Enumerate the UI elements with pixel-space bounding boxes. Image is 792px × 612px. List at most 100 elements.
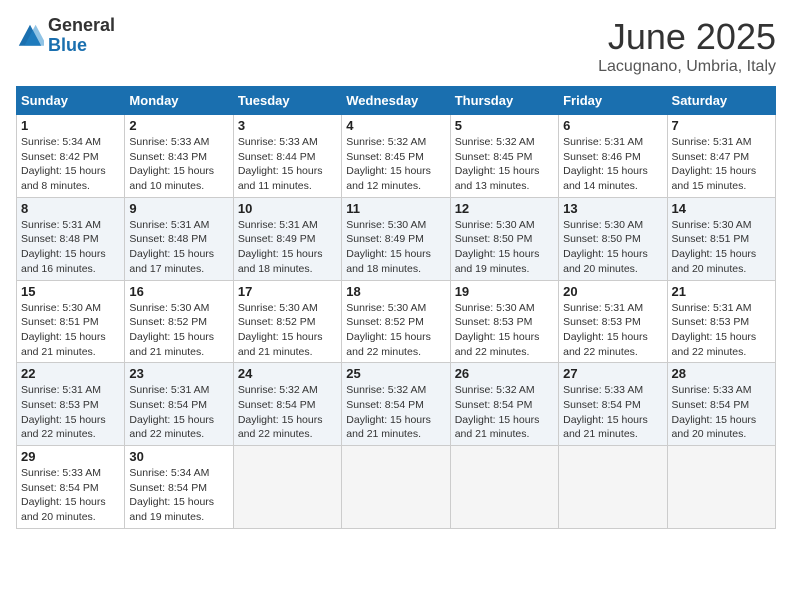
calendar-cell: 10Sunrise: 5:31 AM Sunset: 8:49 PM Dayli… xyxy=(233,197,341,280)
day-number: 24 xyxy=(238,366,337,381)
day-number: 8 xyxy=(21,201,120,216)
col-header-sunday: Sunday xyxy=(17,87,125,115)
calendar-cell: 19 Sunrise: 5:30 AM Sunset: 8:53 PM Dayli… xyxy=(450,280,558,363)
day-detail: Sunrise: 5:33 AM Sunset: 8:54 PM Dayligh… xyxy=(563,383,662,442)
day-number: 15 xyxy=(21,284,120,299)
col-header-wednesday: Wednesday xyxy=(342,87,450,115)
day-detail: Sunrise: 5:30 AM Sunset: 8:51 PM Dayligh… xyxy=(21,301,120,360)
calendar-week-2: 8 Sunrise: 5:31 AM Sunset: 8:48 PM Daylig… xyxy=(17,197,776,280)
calendar-title: June 2025 xyxy=(598,16,776,58)
day-number: 23 xyxy=(129,366,228,381)
day-detail: Sunrise: 5:32 AM Sunset: 8:45 PM Dayligh… xyxy=(455,135,554,194)
calendar-cell: 12 Sunrise: 5:30 AM Sunset: 8:50 PM Dayli… xyxy=(450,197,558,280)
day-number: 11 xyxy=(346,201,445,216)
calendar-cell: 30 Sunrise: 5:34 AM Sunset: 8:54 PM Dayli… xyxy=(125,446,233,529)
calendar-cell: 9 Sunrise: 5:31 AM Sunset: 8:48 PM Daylig… xyxy=(125,197,233,280)
day-number: 26 xyxy=(455,366,554,381)
calendar-cell: 1Sunrise: 5:34 AM Sunset: 8:42 PM Daylig… xyxy=(17,115,125,198)
calendar-cell: 8 Sunrise: 5:31 AM Sunset: 8:48 PM Daylig… xyxy=(17,197,125,280)
day-detail: Sunrise: 5:31 AM Sunset: 8:48 PM Dayligh… xyxy=(21,218,120,277)
calendar-cell: 16Sunrise: 5:30 AM Sunset: 8:52 PM Dayli… xyxy=(125,280,233,363)
day-detail: Sunrise: 5:31 AM Sunset: 8:53 PM Dayligh… xyxy=(563,301,662,360)
day-detail: Sunrise: 5:30 AM Sunset: 8:50 PM Dayligh… xyxy=(455,218,554,277)
day-detail: Sunrise: 5:31 AM Sunset: 8:54 PM Dayligh… xyxy=(129,383,228,442)
logo-blue: Blue xyxy=(48,36,115,56)
day-number: 21 xyxy=(672,284,771,299)
day-number: 7 xyxy=(672,118,771,133)
day-number: 17 xyxy=(238,284,337,299)
calendar-cell: 27 Sunrise: 5:33 AM Sunset: 8:54 PM Dayli… xyxy=(559,363,667,446)
calendar-cell: 6 Sunrise: 5:31 AM Sunset: 8:46 PM Daylig… xyxy=(559,115,667,198)
calendar-cell xyxy=(342,446,450,529)
calendar-cell: 28 Sunrise: 5:33 AM Sunset: 8:54 PM Dayli… xyxy=(667,363,775,446)
calendar-cell: 22 Sunrise: 5:31 AM Sunset: 8:53 PM Dayli… xyxy=(17,363,125,446)
day-number: 4 xyxy=(346,118,445,133)
col-header-monday: Monday xyxy=(125,87,233,115)
day-number: 19 xyxy=(455,284,554,299)
day-number: 9 xyxy=(129,201,228,216)
calendar-cell xyxy=(233,446,341,529)
calendar-cell: 21Sunrise: 5:31 AM Sunset: 8:53 PM Dayli… xyxy=(667,280,775,363)
day-detail: Sunrise: 5:30 AM Sunset: 8:50 PM Dayligh… xyxy=(563,218,662,277)
day-number: 2 xyxy=(129,118,228,133)
day-detail: Sunrise: 5:30 AM Sunset: 8:52 PM Dayligh… xyxy=(238,301,337,360)
col-header-thursday: Thursday xyxy=(450,87,558,115)
day-detail: Sunrise: 5:34 AM Sunset: 8:42 PM Dayligh… xyxy=(21,135,120,194)
calendar-cell xyxy=(559,446,667,529)
day-detail: Sunrise: 5:30 AM Sunset: 8:52 PM Dayligh… xyxy=(346,301,445,360)
day-number: 29 xyxy=(21,449,120,464)
day-detail: Sunrise: 5:32 AM Sunset: 8:54 PM Dayligh… xyxy=(346,383,445,442)
day-detail: Sunrise: 5:30 AM Sunset: 8:53 PM Dayligh… xyxy=(455,301,554,360)
col-header-tuesday: Tuesday xyxy=(233,87,341,115)
logo-text: General Blue xyxy=(48,16,115,56)
col-header-saturday: Saturday xyxy=(667,87,775,115)
day-number: 22 xyxy=(21,366,120,381)
calendar-cell: 23 Sunrise: 5:31 AM Sunset: 8:54 PM Dayli… xyxy=(125,363,233,446)
day-number: 28 xyxy=(672,366,771,381)
calendar-cell: 4Sunrise: 5:32 AM Sunset: 8:45 PM Daylig… xyxy=(342,115,450,198)
day-detail: Sunrise: 5:31 AM Sunset: 8:48 PM Dayligh… xyxy=(129,218,228,277)
day-detail: Sunrise: 5:33 AM Sunset: 8:54 PM Dayligh… xyxy=(672,383,771,442)
calendar-cell: 20 Sunrise: 5:31 AM Sunset: 8:53 PM Dayli… xyxy=(559,280,667,363)
day-number: 6 xyxy=(563,118,662,133)
calendar-subtitle: Lacugnano, Umbria, Italy xyxy=(598,58,776,76)
day-detail: Sunrise: 5:31 AM Sunset: 8:53 PM Dayligh… xyxy=(21,383,120,442)
day-detail: Sunrise: 5:31 AM Sunset: 8:46 PM Dayligh… xyxy=(563,135,662,194)
day-number: 27 xyxy=(563,366,662,381)
calendar-cell: 18 Sunrise: 5:30 AM Sunset: 8:52 PM Dayli… xyxy=(342,280,450,363)
day-detail: Sunrise: 5:34 AM Sunset: 8:54 PM Dayligh… xyxy=(129,466,228,525)
calendar-cell: 14Sunrise: 5:30 AM Sunset: 8:51 PM Dayli… xyxy=(667,197,775,280)
day-detail: Sunrise: 5:30 AM Sunset: 8:49 PM Dayligh… xyxy=(346,218,445,277)
calendar-cell: 5 Sunrise: 5:32 AM Sunset: 8:45 PM Daylig… xyxy=(450,115,558,198)
day-number: 3 xyxy=(238,118,337,133)
calendar-cell: 29Sunrise: 5:33 AM Sunset: 8:54 PM Dayli… xyxy=(17,446,125,529)
calendar-week-5: 29Sunrise: 5:33 AM Sunset: 8:54 PM Dayli… xyxy=(17,446,776,529)
calendar-week-3: 15 Sunrise: 5:30 AM Sunset: 8:51 PM Dayli… xyxy=(17,280,776,363)
day-detail: Sunrise: 5:33 AM Sunset: 8:44 PM Dayligh… xyxy=(238,135,337,194)
day-detail: Sunrise: 5:33 AM Sunset: 8:43 PM Dayligh… xyxy=(129,135,228,194)
calendar-cell: 13 Sunrise: 5:30 AM Sunset: 8:50 PM Dayli… xyxy=(559,197,667,280)
day-number: 12 xyxy=(455,201,554,216)
day-number: 18 xyxy=(346,284,445,299)
calendar-week-1: 1Sunrise: 5:34 AM Sunset: 8:42 PM Daylig… xyxy=(17,115,776,198)
calendar-cell xyxy=(667,446,775,529)
day-detail: Sunrise: 5:32 AM Sunset: 8:54 PM Dayligh… xyxy=(238,383,337,442)
calendar-cell: 26 Sunrise: 5:32 AM Sunset: 8:54 PM Dayli… xyxy=(450,363,558,446)
logo: General Blue xyxy=(16,16,115,56)
calendar-cell: 2 Sunrise: 5:33 AM Sunset: 8:43 PM Daylig… xyxy=(125,115,233,198)
day-number: 5 xyxy=(455,118,554,133)
logo-general: General xyxy=(48,16,115,36)
title-block: June 2025 Lacugnano, Umbria, Italy xyxy=(598,16,776,76)
calendar-cell: 15 Sunrise: 5:30 AM Sunset: 8:51 PM Dayli… xyxy=(17,280,125,363)
day-detail: Sunrise: 5:32 AM Sunset: 8:54 PM Dayligh… xyxy=(455,383,554,442)
day-number: 30 xyxy=(129,449,228,464)
col-header-friday: Friday xyxy=(559,87,667,115)
day-number: 20 xyxy=(563,284,662,299)
calendar-cell: 25 Sunrise: 5:32 AM Sunset: 8:54 PM Dayli… xyxy=(342,363,450,446)
day-number: 16 xyxy=(129,284,228,299)
day-number: 13 xyxy=(563,201,662,216)
day-number: 25 xyxy=(346,366,445,381)
day-detail: Sunrise: 5:30 AM Sunset: 8:51 PM Dayligh… xyxy=(672,218,771,277)
calendar-week-4: 22 Sunrise: 5:31 AM Sunset: 8:53 PM Dayli… xyxy=(17,363,776,446)
day-number: 10 xyxy=(238,201,337,216)
